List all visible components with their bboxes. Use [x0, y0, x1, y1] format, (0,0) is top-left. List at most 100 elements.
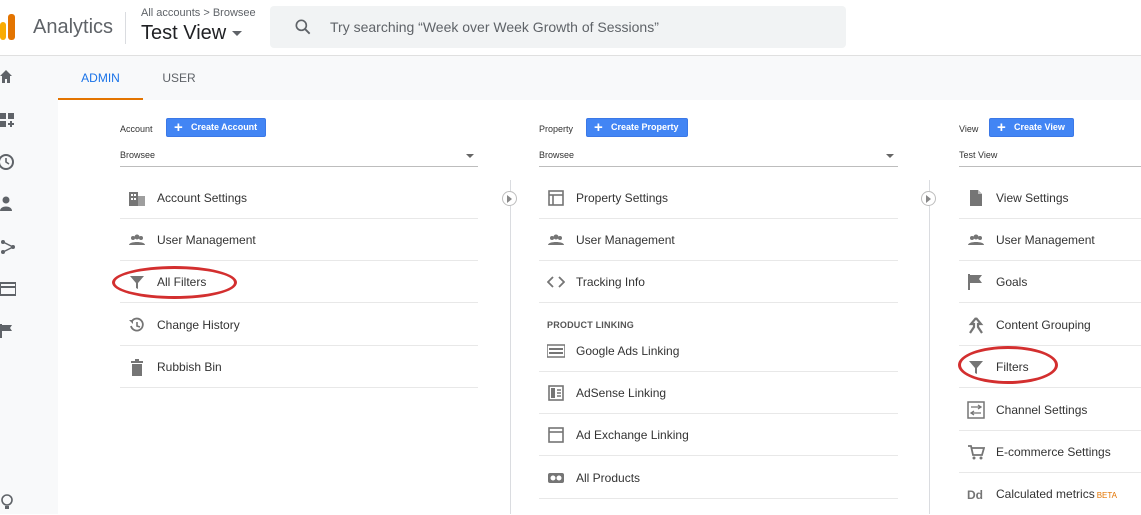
property-selector[interactable]: Browsee [539, 145, 898, 167]
analytics-logo-icon[interactable] [0, 14, 16, 40]
create-account-button[interactable]: + Create Account [166, 118, 267, 137]
behavior-icon[interactable] [0, 281, 16, 297]
header-divider [125, 12, 126, 44]
realtime-icon[interactable] [0, 154, 16, 170]
plus-icon: + [997, 119, 1006, 136]
window-icon [548, 190, 564, 206]
building-icon [129, 192, 145, 206]
view-selector-dropdown[interactable]: Test View [959, 145, 1141, 167]
adsense-icon [548, 385, 564, 401]
account-selected: Browsee [120, 150, 156, 160]
people-icon [968, 234, 984, 245]
conversions-icon[interactable] [0, 323, 16, 339]
trash-icon [131, 359, 143, 376]
item-label: Ad Exchange Linking [576, 428, 689, 442]
item-label: All Products [576, 471, 641, 485]
create-view-button[interactable]: + Create View [989, 118, 1074, 137]
channel-settings-item[interactable]: Channel Settings [959, 389, 1141, 431]
property-label: Property [539, 124, 574, 134]
chevron-down-icon [886, 154, 894, 158]
content-grouping-item[interactable]: Content Grouping [959, 304, 1141, 346]
property-settings-item[interactable]: Property Settings [539, 177, 898, 219]
chevron-down-icon [466, 154, 474, 158]
item-label: Rubbish Bin [157, 360, 222, 374]
create-property-button[interactable]: + Create Property [586, 118, 688, 137]
item-label: All Filters [157, 275, 207, 289]
home-icon[interactable] [0, 69, 16, 85]
code-icon [547, 276, 565, 288]
item-label: Google Ads Linking [576, 344, 680, 358]
breadcrumb[interactable]: All accounts > Browsee [141, 7, 256, 19]
tab-admin[interactable]: ADMIN [58, 56, 143, 100]
left-nav [0, 56, 58, 514]
account-user-management-item[interactable]: User Management [120, 219, 478, 261]
tab-user[interactable]: USER [143, 56, 215, 100]
plus-icon: + [174, 119, 183, 136]
search-icon [295, 19, 311, 35]
ecommerce-settings-item[interactable]: E-commerce Settings [959, 431, 1141, 473]
beta-badge: BETA [1096, 491, 1118, 500]
people-icon [548, 234, 564, 245]
top-bar: Analytics All accounts > Browsee Test Vi… [0, 0, 1141, 56]
view-selected: Test View [959, 150, 998, 160]
item-label: Account Settings [157, 191, 248, 205]
search-bar[interactable] [270, 6, 846, 48]
column-divider [510, 180, 511, 514]
view-selector[interactable]: Test View [141, 22, 243, 45]
all-products-item[interactable]: All Products [539, 457, 898, 499]
discover-icon[interactable] [0, 494, 16, 510]
adsense-linking-item[interactable]: AdSense Linking [539, 372, 898, 414]
item-label: Goals [996, 275, 1028, 289]
item-label: E-commerce Settings [996, 445, 1111, 459]
account-all-filters-item[interactable]: All Filters [120, 261, 478, 303]
grouping-icon [968, 317, 984, 334]
admin-tabs: ADMIN USER [58, 56, 1141, 100]
view-user-management-item[interactable]: User Management [959, 219, 1141, 261]
view-label: View [959, 124, 979, 134]
customization-icon[interactable] [0, 112, 16, 128]
acquisition-icon[interactable] [0, 239, 16, 255]
account-rubbish-bin-item[interactable]: Rubbish Bin [120, 346, 478, 388]
property-user-management-item[interactable]: User Management [539, 219, 898, 261]
adexchange-icon [548, 427, 564, 443]
filter-icon [130, 276, 144, 289]
property-selected: Browsee [539, 150, 575, 160]
item-label: View Settings [996, 191, 1069, 205]
item-label: Channel Settings [996, 403, 1088, 417]
people-icon [129, 234, 145, 245]
google-ads-linking-item[interactable]: Google Ads Linking [539, 330, 898, 372]
column-divider [929, 180, 930, 514]
create-property-label: Create Property [611, 122, 679, 132]
plus-icon: + [594, 119, 603, 136]
ad-exchange-linking-item[interactable]: Ad Exchange Linking [539, 414, 898, 456]
item-label: User Management [576, 233, 675, 247]
cart-icon [968, 445, 985, 460]
account-label: Account [120, 124, 153, 134]
view-settings-item[interactable]: View Settings [959, 177, 1141, 219]
app-name: Analytics [33, 16, 114, 38]
ads-icon [547, 344, 565, 358]
account-settings-item[interactable]: Account Settings [120, 177, 478, 219]
item-label: Change History [157, 318, 240, 332]
item-label: Filters [996, 360, 1029, 374]
product-linking-heading: PRODUCT LINKING [547, 320, 634, 330]
audience-icon[interactable] [0, 196, 16, 212]
property-tracking-info-item[interactable]: Tracking Info [539, 261, 898, 303]
svg-text:Dd: Dd [967, 488, 983, 502]
account-change-history-item[interactable]: Change History [120, 304, 478, 346]
channel-icon [967, 401, 985, 419]
history-icon [129, 317, 144, 332]
filter-icon [969, 361, 983, 374]
search-input[interactable] [330, 16, 830, 38]
chevron-down-icon [232, 31, 243, 37]
document-icon [970, 190, 982, 206]
goals-item[interactable]: Goals [959, 261, 1141, 303]
admin-content: Account + Create Account Browsee Account … [58, 100, 1141, 514]
account-selector[interactable]: Browsee [120, 145, 478, 167]
calculated-metrics-item[interactable]: Dd Calculated metrics BETA [959, 473, 1141, 515]
create-account-label: Create Account [191, 122, 258, 132]
flag-icon [968, 274, 982, 290]
item-label: User Management [157, 233, 256, 247]
view-filters-item[interactable]: Filters [959, 346, 1141, 388]
create-view-label: Create View [1014, 122, 1065, 132]
